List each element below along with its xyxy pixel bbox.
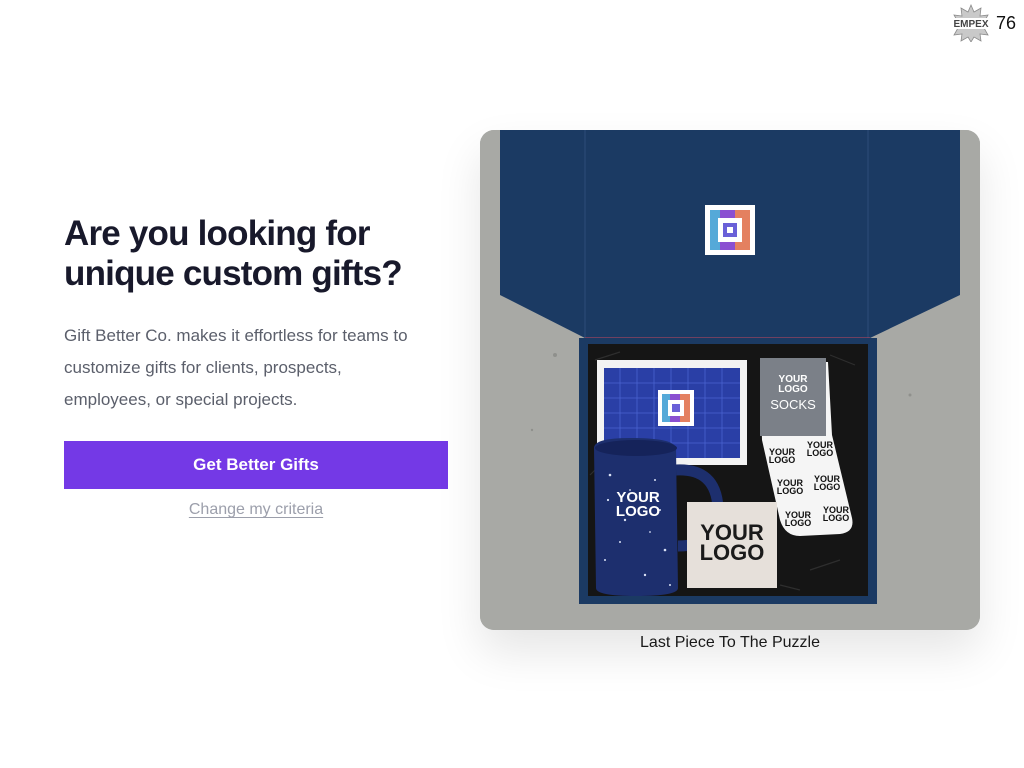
brand-badge: EMPEX 76 xyxy=(949,4,1016,42)
hero-title: Are you looking for unique custom gifts? xyxy=(64,214,448,294)
brand-logo-icon xyxy=(705,205,755,255)
get-better-gifts-button[interactable]: Get Better Gifts xyxy=(64,441,448,489)
socks-label: SOCKS xyxy=(770,397,816,412)
change-criteria-link[interactable]: Change my criteria xyxy=(64,501,448,519)
hero-description-line2: customize gifts for clients, prospects, xyxy=(64,358,342,377)
socks-logo-line2: LOGO xyxy=(778,384,808,395)
svg-text:LOGO: LOGO xyxy=(769,455,796,465)
svg-text:LOGO: LOGO xyxy=(777,486,804,496)
seal-text: EMPEX xyxy=(953,19,988,30)
product-image: YOUR LOGO SOCKS YOUR LOGO YOUR LOGO YOUR LO… xyxy=(480,130,980,630)
gift-box-illustration: YOUR LOGO SOCKS YOURLOGO YOURLOGO YOURLO… xyxy=(480,130,980,630)
page-count: 76 xyxy=(995,12,1016,33)
empex-seal-logo: EMPEX xyxy=(949,4,992,42)
hero-description: Gift Better Co. makes it effortless for … xyxy=(64,320,448,416)
product-caption: Last Piece To The Puzzle xyxy=(640,634,820,651)
hero-title-line2: unique custom gifts? xyxy=(64,254,403,293)
svg-text:LOGO: LOGO xyxy=(785,518,812,528)
hero-title-line1: Are you looking for xyxy=(64,214,370,253)
svg-text:LOGO: LOGO xyxy=(807,448,834,458)
svg-text:LOGO: LOGO xyxy=(814,482,841,492)
mug-logo-line2: LOGO xyxy=(616,503,660,520)
hero-description-line1: Gift Better Co. makes it effortless for … xyxy=(64,326,408,345)
hero-section: Are you looking for unique custom gifts?… xyxy=(64,214,448,519)
page: EMPEX 76 Are you looking for unique cust… xyxy=(0,0,1024,768)
hero-description-line3: employees, or special projects. xyxy=(64,390,298,409)
svg-text:LOGO: LOGO xyxy=(823,513,850,523)
coaster-logo-line2: LOGO xyxy=(700,540,765,565)
